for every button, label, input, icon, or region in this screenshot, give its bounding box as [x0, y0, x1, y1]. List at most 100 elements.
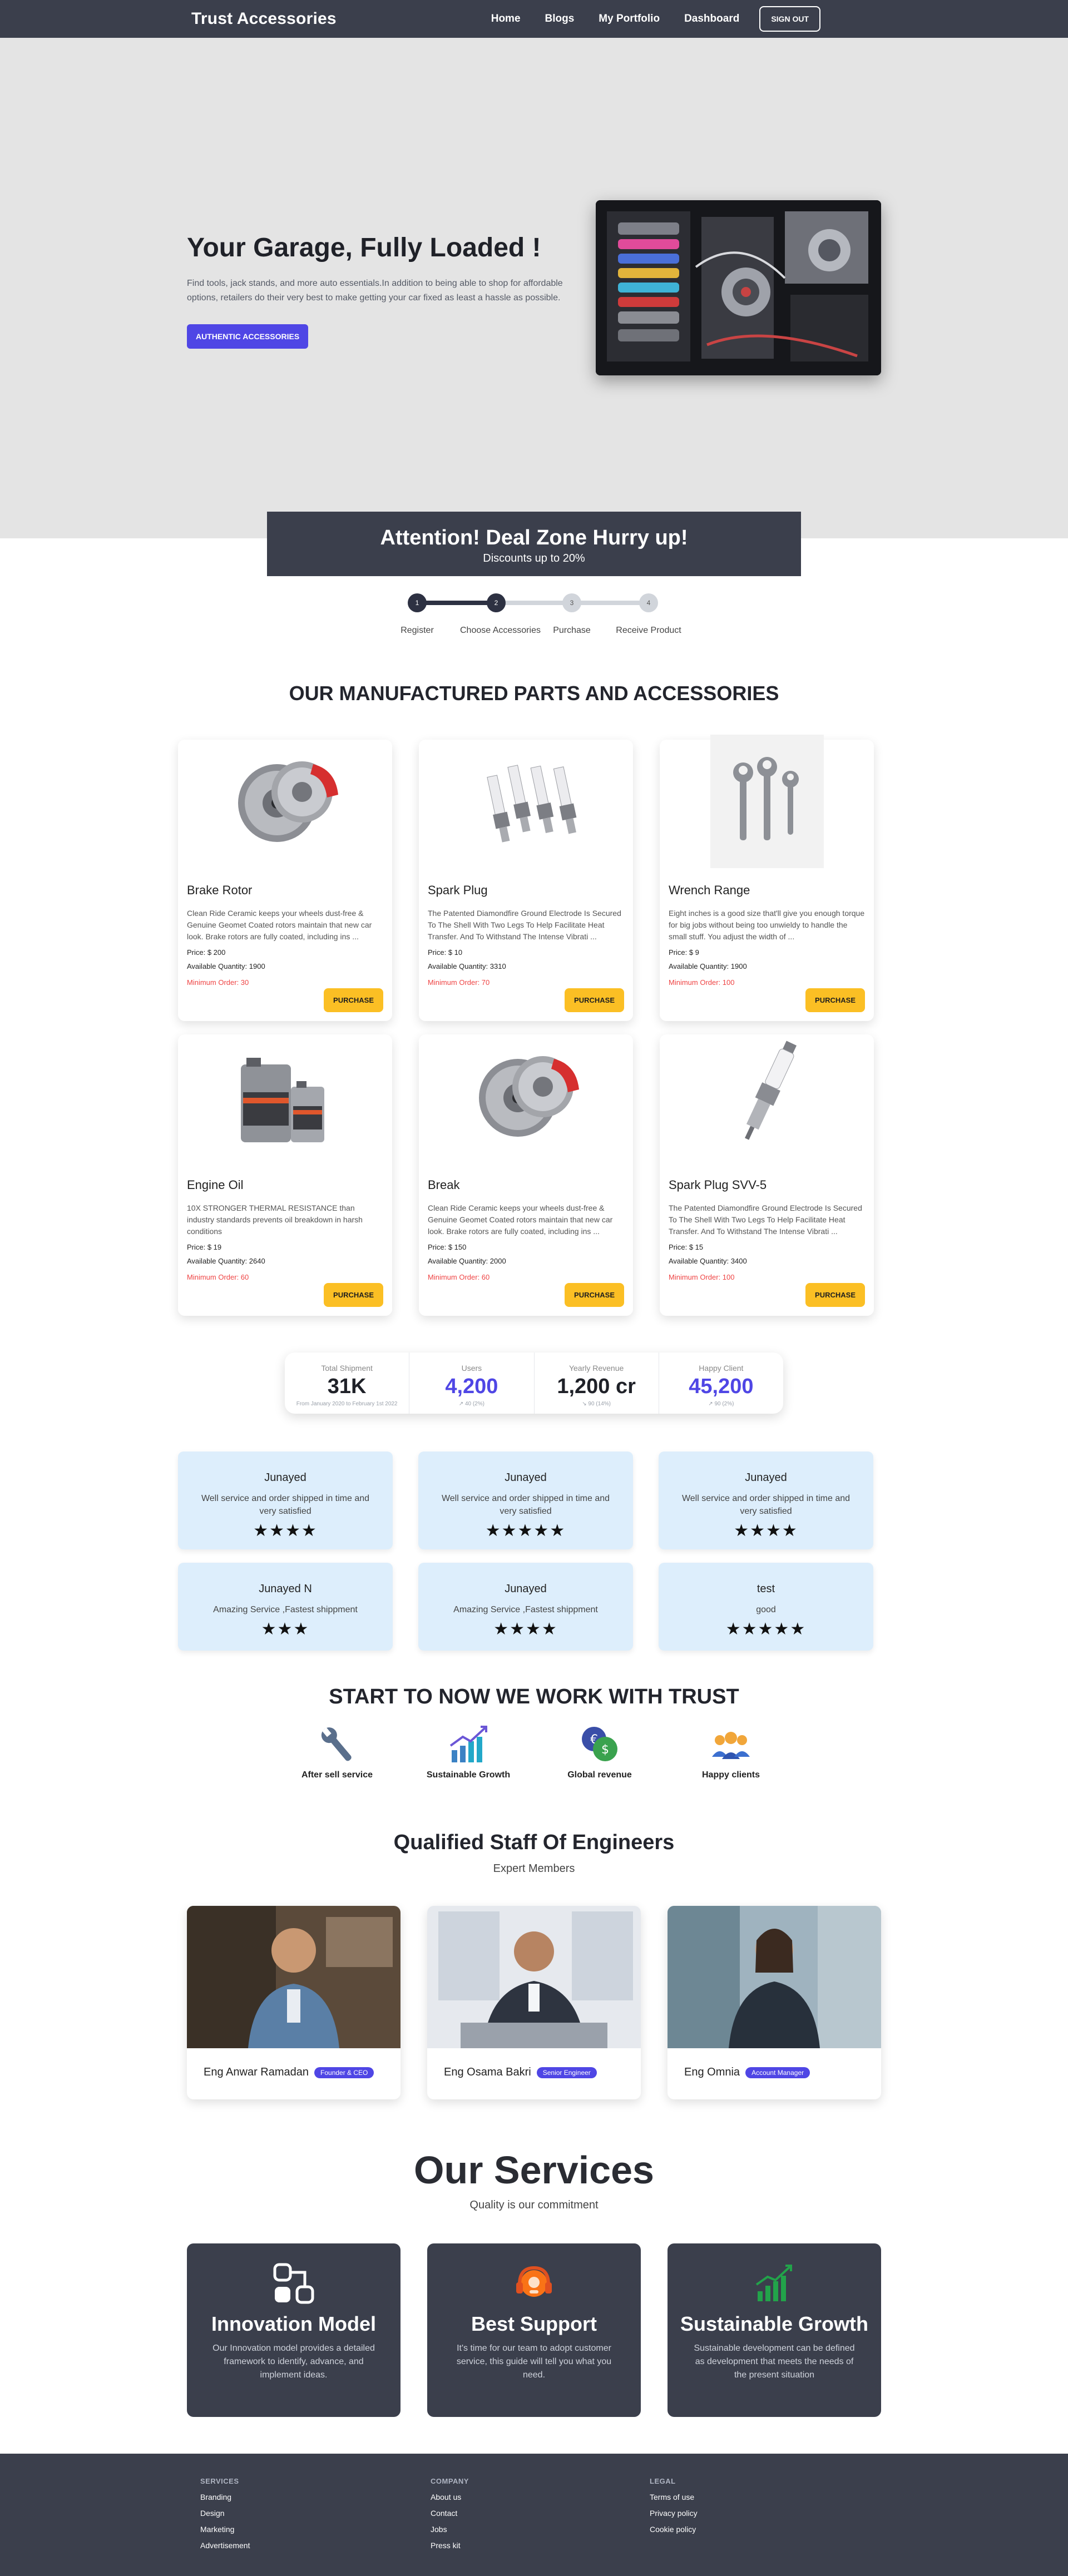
- product-card: Spark Plug SVV-5 The Patented Diamondfir…: [660, 1034, 874, 1316]
- review-author: Junayed: [505, 1472, 547, 1484]
- product-price: Price: $ 150: [428, 1243, 467, 1251]
- purchase-button[interactable]: PURCHASE: [324, 1283, 383, 1307]
- staff-meta: Eng Anwar Ramadan Founder & CEO: [187, 2048, 400, 2097]
- services-title: Our Services: [414, 2148, 654, 2192]
- hero-title: Your Garage, Fully Loaded !: [187, 233, 541, 262]
- product-quantity: Available Quantity: 2640: [187, 1257, 265, 1265]
- review-author: Junayed: [745, 1472, 787, 1484]
- review-card: Junayed Amazing Service ,Fastest shippme…: [418, 1563, 633, 1651]
- product-description: Clean Ride Ceramic keeps your wheels dus…: [187, 909, 372, 941]
- stat-value: 1,200 cr: [557, 1375, 636, 1398]
- footer-link[interactable]: Branding: [200, 2493, 250, 2501]
- nav-links: Home Blogs My Portfolio Dashboard SIGN O…: [491, 6, 820, 32]
- brake-rotor-image: [462, 1034, 590, 1156]
- trust-section: START TO NOW WE WORK WITH TRUST After se…: [0, 1685, 1068, 1780]
- trust-items: After sell service Sustainable Growth € …: [0, 1725, 1068, 1780]
- footer-heading: LEGAL: [650, 2477, 676, 2485]
- step-dot: 1: [408, 593, 427, 612]
- purchase-button[interactable]: PURCHASE: [324, 988, 383, 1012]
- staff-card: Eng Omnia Account Manager: [668, 1906, 881, 2099]
- growth-chart-icon: [418, 1725, 518, 1765]
- services-subtitle: Quality is our commitment: [469, 2199, 599, 2211]
- stat-users: Users 4,200 ↗︎ 40 (2%): [409, 1353, 535, 1414]
- stat-title: Users: [461, 1364, 482, 1373]
- trust-label: Sustainable Growth: [426, 1770, 511, 1780]
- purchase-button[interactable]: PURCHASE: [805, 988, 865, 1012]
- innovation-icon: [270, 2263, 317, 2309]
- product-image: [187, 740, 383, 861]
- stats-bar: Total Shipment 31K From January 2020 to …: [285, 1353, 783, 1414]
- purchase-button[interactable]: PURCHASE: [565, 988, 624, 1012]
- footer-link[interactable]: Contact: [431, 2509, 469, 2518]
- trust-label: After sell service: [301, 1770, 373, 1780]
- staff-name: Eng Omnia: [684, 2066, 740, 2078]
- stat-value: 45,200: [689, 1375, 754, 1398]
- nav-portfolio[interactable]: My Portfolio: [599, 13, 660, 25]
- trust-label: Happy clients: [701, 1770, 760, 1780]
- footer-link[interactable]: Design: [200, 2509, 250, 2518]
- purchase-button[interactable]: PURCHASE: [565, 1283, 624, 1307]
- nav-blogs[interactable]: Blogs: [545, 13, 575, 25]
- hero-engine-image: [596, 200, 881, 375]
- review-author: Junayed N: [259, 1583, 312, 1595]
- product-name: Spark Plug SVV-5: [669, 1178, 767, 1192]
- trust-item: After sell service: [287, 1725, 387, 1780]
- step-dot: 2: [487, 593, 506, 612]
- services-section: Our Services Quality is our commitment I…: [0, 2148, 1068, 2417]
- step-dot: 3: [562, 593, 581, 612]
- single-spark-plug-image: [703, 1034, 831, 1156]
- footer-link[interactable]: Terms of use: [650, 2493, 698, 2501]
- footer-link[interactable]: Cookie policy: [650, 2525, 698, 2534]
- trust-item: Happy clients: [681, 1725, 781, 1780]
- signout-button[interactable]: SIGN OUT: [759, 6, 820, 32]
- staff-title: Qualified Staff Of Engineers: [393, 1831, 675, 1854]
- staff-card: Eng Osama Bakri Senior Engineer: [427, 1906, 641, 2099]
- footer-col-company: COMPANY About us Contact Jobs Press kit: [431, 2477, 469, 2550]
- stat-desc: From January 2020 to February 1st 2022: [296, 1401, 398, 1407]
- product-description: The Patented Diamondfire Ground Electrod…: [669, 1203, 862, 1236]
- service-card: Innovation Model Our Innovation model pr…: [187, 2243, 400, 2417]
- product-min-order: Minimum Order: 70: [428, 978, 490, 987]
- svg-text:$: $: [601, 1743, 609, 1757]
- service-description: Sustainable development can be defined a…: [694, 2344, 855, 2380]
- review-card: Junayed N Amazing Service ,Fastest shipp…: [178, 1563, 393, 1651]
- stat-yearly-revenue: Yearly Revenue 1,200 cr ↘︎ 90 (14%): [535, 1353, 659, 1414]
- staff-name: Eng Anwar Ramadan: [204, 2066, 309, 2078]
- step-choose: 2 Choose Accessories: [460, 591, 541, 636]
- footer-heading: SERVICES: [200, 2477, 239, 2485]
- footer-link[interactable]: Advertisement: [200, 2541, 250, 2550]
- step-register: 1 Register: [381, 591, 453, 636]
- product-min-order: Minimum Order: 30: [187, 978, 249, 987]
- products-title: OUR MANUFACTURED PARTS AND ACCESSORIES: [289, 682, 779, 705]
- step-label: Purchase: [553, 626, 591, 635]
- product-min-order: Minimum Order: 100: [669, 1273, 735, 1281]
- purchase-button[interactable]: PURCHASE: [805, 1283, 865, 1307]
- growth-bars-icon: [751, 2265, 798, 2309]
- review-text: Well service and order shipped in time a…: [681, 1494, 851, 1516]
- product-quantity: Available Quantity: 3400: [669, 1257, 747, 1265]
- footer-col-services: SERVICES Branding Design Marketing Adver…: [200, 2477, 250, 2550]
- engine-oil-image: [221, 1034, 349, 1156]
- staff-card: Eng Anwar Ramadan Founder & CEO: [187, 1906, 400, 2099]
- authentic-accessories-button[interactable]: AUTHENTIC ACCESSORIES: [187, 324, 309, 349]
- step-receive: 4 Receive Product: [612, 591, 685, 636]
- footer-link[interactable]: Press kit: [431, 2541, 469, 2550]
- staff-meta: Eng Omnia Account Manager: [668, 2048, 881, 2097]
- nav-dashboard[interactable]: Dashboard: [684, 13, 739, 25]
- footer-link[interactable]: Marketing: [200, 2525, 250, 2534]
- stat-title: Total Shipment: [321, 1364, 373, 1373]
- step-label: Choose Accessories: [460, 626, 541, 635]
- stat-desc: ↗︎ 90 (2%): [708, 1401, 734, 1407]
- brand-logo[interactable]: Trust Accessories: [191, 9, 337, 28]
- service-card: Sustainable Growth Sustainable developme…: [668, 2243, 881, 2417]
- nav-home[interactable]: Home: [491, 13, 521, 25]
- footer-link[interactable]: Privacy policy: [650, 2509, 698, 2518]
- clients-group-icon: [681, 1725, 781, 1765]
- order-steps: 1 Register 2 Choose Accessories 3 Purcha…: [400, 591, 681, 635]
- products-grid: Brake Rotor Clean Ride Ceramic keeps you…: [178, 735, 874, 1316]
- review-stars: ★★★: [261, 1620, 310, 1638]
- product-image: [669, 1034, 865, 1156]
- product-card: Spark Plug The Patented Diamondfire Grou…: [419, 740, 633, 1021]
- footer-link[interactable]: Jobs: [431, 2525, 469, 2534]
- footer-link[interactable]: About us: [431, 2493, 469, 2501]
